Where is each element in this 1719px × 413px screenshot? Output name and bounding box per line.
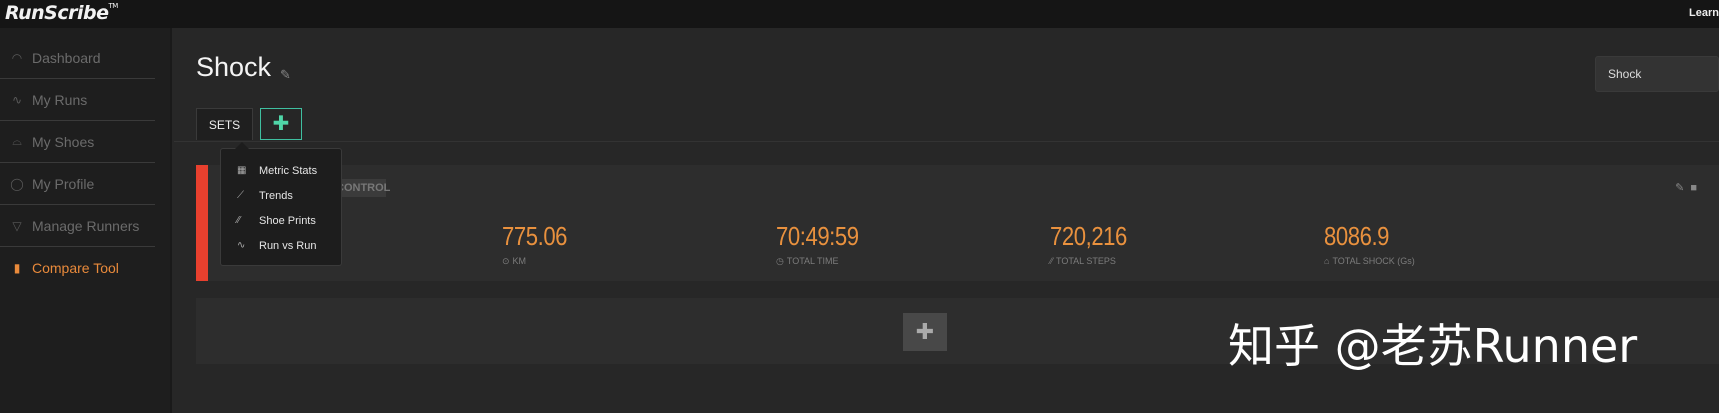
clock-icon: ◷	[776, 256, 784, 266]
dropdown-item-metric-stats[interactable]: ▦ Metric Stats	[221, 158, 341, 183]
sidebar-item-compare-tool[interactable]: ▮ Compare Tool	[0, 247, 155, 289]
sidebar-item-my-profile[interactable]: ◯ My Profile	[0, 163, 155, 205]
sidebar-item-label: My Profile	[32, 175, 95, 192]
logo-text: RunScribe	[5, 2, 109, 24]
stat-label-row: ◷ TOTAL TIME	[776, 256, 873, 267]
dropdown-item-label: Metric Stats	[259, 164, 318, 177]
bar-chart-icon: ▮	[13, 261, 21, 275]
stat-label: TOTAL TIME	[786, 256, 839, 266]
sidebar-item-my-shoes[interactable]: ⌓ My Shoes	[0, 121, 155, 163]
edit-title-icon[interactable]: ✎	[280, 67, 291, 83]
watermark-text: 知乎 @老苏Runner	[1228, 319, 1638, 373]
sidebar-item-label: Compare Tool	[32, 260, 119, 276]
add-view-dropdown: ▦ Metric Stats ⟋ Trends ⁄⁄ Shoe Prints ∿ Run…	[220, 142, 342, 266]
stat-label: TOTAL SHOCK (Gs)	[1332, 256, 1415, 266]
tab-sets[interactable]: SETS	[196, 108, 253, 140]
line-chart-icon: ∿	[11, 92, 23, 107]
footprints-icon: ⁄⁄	[237, 215, 241, 226]
dropdown-item-label: Shoe Prints	[259, 214, 316, 227]
stat-total-steps: 720,216 ⁄⁄ TOTAL STEPS	[1050, 221, 1140, 266]
stat-value: 720,216	[1050, 221, 1127, 251]
stat-value: 70:49:59	[776, 221, 859, 251]
set-color-bar	[196, 165, 208, 281]
user-icon: ◯	[10, 176, 24, 191]
sidebar-item-my-runs[interactable]: ∿ My Runs	[0, 79, 155, 121]
top-bar: RunScribeTM Learn	[0, 0, 1719, 28]
sidebar-item-manage-runners[interactable]: ▽ Manage Runners	[0, 205, 155, 247]
learn-link[interactable]: Learn	[1689, 7, 1719, 19]
runscribe-logo[interactable]: RunScribeTM	[5, 2, 118, 24]
tab-divider	[174, 141, 1719, 142]
trend-icon: ⟋	[237, 190, 244, 201]
dropdown-item-trends[interactable]: ⟋ Trends	[221, 183, 341, 208]
stat-total-time: 70:49:59 ◷ TOTAL TIME	[776, 221, 873, 267]
sidebar-item-label: My Shoes	[32, 133, 95, 150]
gauge-icon: ◠	[11, 50, 23, 65]
edit-icon[interactable]: ✎	[1675, 182, 1684, 194]
set-card: CONTROL ✎ ■ 775.06 ⊙ KM 70:49:59 ◷ TOTAL TI…	[196, 165, 1719, 281]
add-tab-button[interactable]: ✚	[260, 108, 302, 140]
add-set-button[interactable]: ✚	[903, 313, 947, 351]
dropdown-item-label: Run vs Run	[259, 239, 317, 252]
dropdown-item-label: Trends	[259, 189, 293, 202]
stat-label: TOTAL STEPS	[1056, 256, 1116, 266]
stat-distance: 775.06 ⊙ KM	[502, 221, 579, 267]
stat-label: KM	[512, 256, 527, 266]
shoe-icon: ⌓	[12, 134, 22, 148]
sidebar-item-label: Manage Runners	[32, 217, 140, 234]
dropdown-item-shoe-prints[interactable]: ⁄⁄ Shoe Prints	[221, 208, 341, 233]
trash-icon[interactable]: ■	[1690, 182, 1697, 194]
footprints-icon: ⁄⁄	[1050, 256, 1054, 266]
page-title: Shock	[196, 52, 272, 82]
sidebar-item-label: My Runs	[32, 91, 88, 108]
shock-icon: ⌂	[1324, 256, 1330, 266]
stat-value: 8086.9	[1324, 221, 1390, 251]
stat-label-row: ⊙ KM	[502, 256, 579, 267]
trademark-mark: TM	[108, 2, 118, 10]
stat-value: 775.06	[502, 221, 568, 251]
shirt-icon: ▽	[12, 218, 22, 233]
stat-label-row: ⌂ TOTAL SHOCK (Gs)	[1324, 256, 1415, 266]
card-actions: ✎ ■	[1669, 181, 1697, 194]
stat-label-row: ⁄⁄ TOTAL STEPS	[1050, 256, 1140, 266]
pin-icon: ⊙	[502, 256, 510, 266]
line-chart-icon: ∿	[237, 240, 246, 251]
stat-total-shock: 8086.9 ⌂ TOTAL SHOCK (Gs)	[1324, 221, 1415, 266]
sidebar-item-label: Dashboard	[32, 49, 101, 66]
metric-select[interactable]: Shock	[1595, 56, 1719, 92]
sidebar: ◠ Dashboard ∿ My Runs ⌓ My Shoes ◯ My Pr…	[0, 28, 172, 413]
sidebar-item-dashboard[interactable]: ◠ Dashboard	[0, 37, 155, 79]
dropdown-item-run-vs-run[interactable]: ∿ Run vs Run	[221, 233, 341, 258]
table-icon: ▦	[237, 165, 247, 176]
